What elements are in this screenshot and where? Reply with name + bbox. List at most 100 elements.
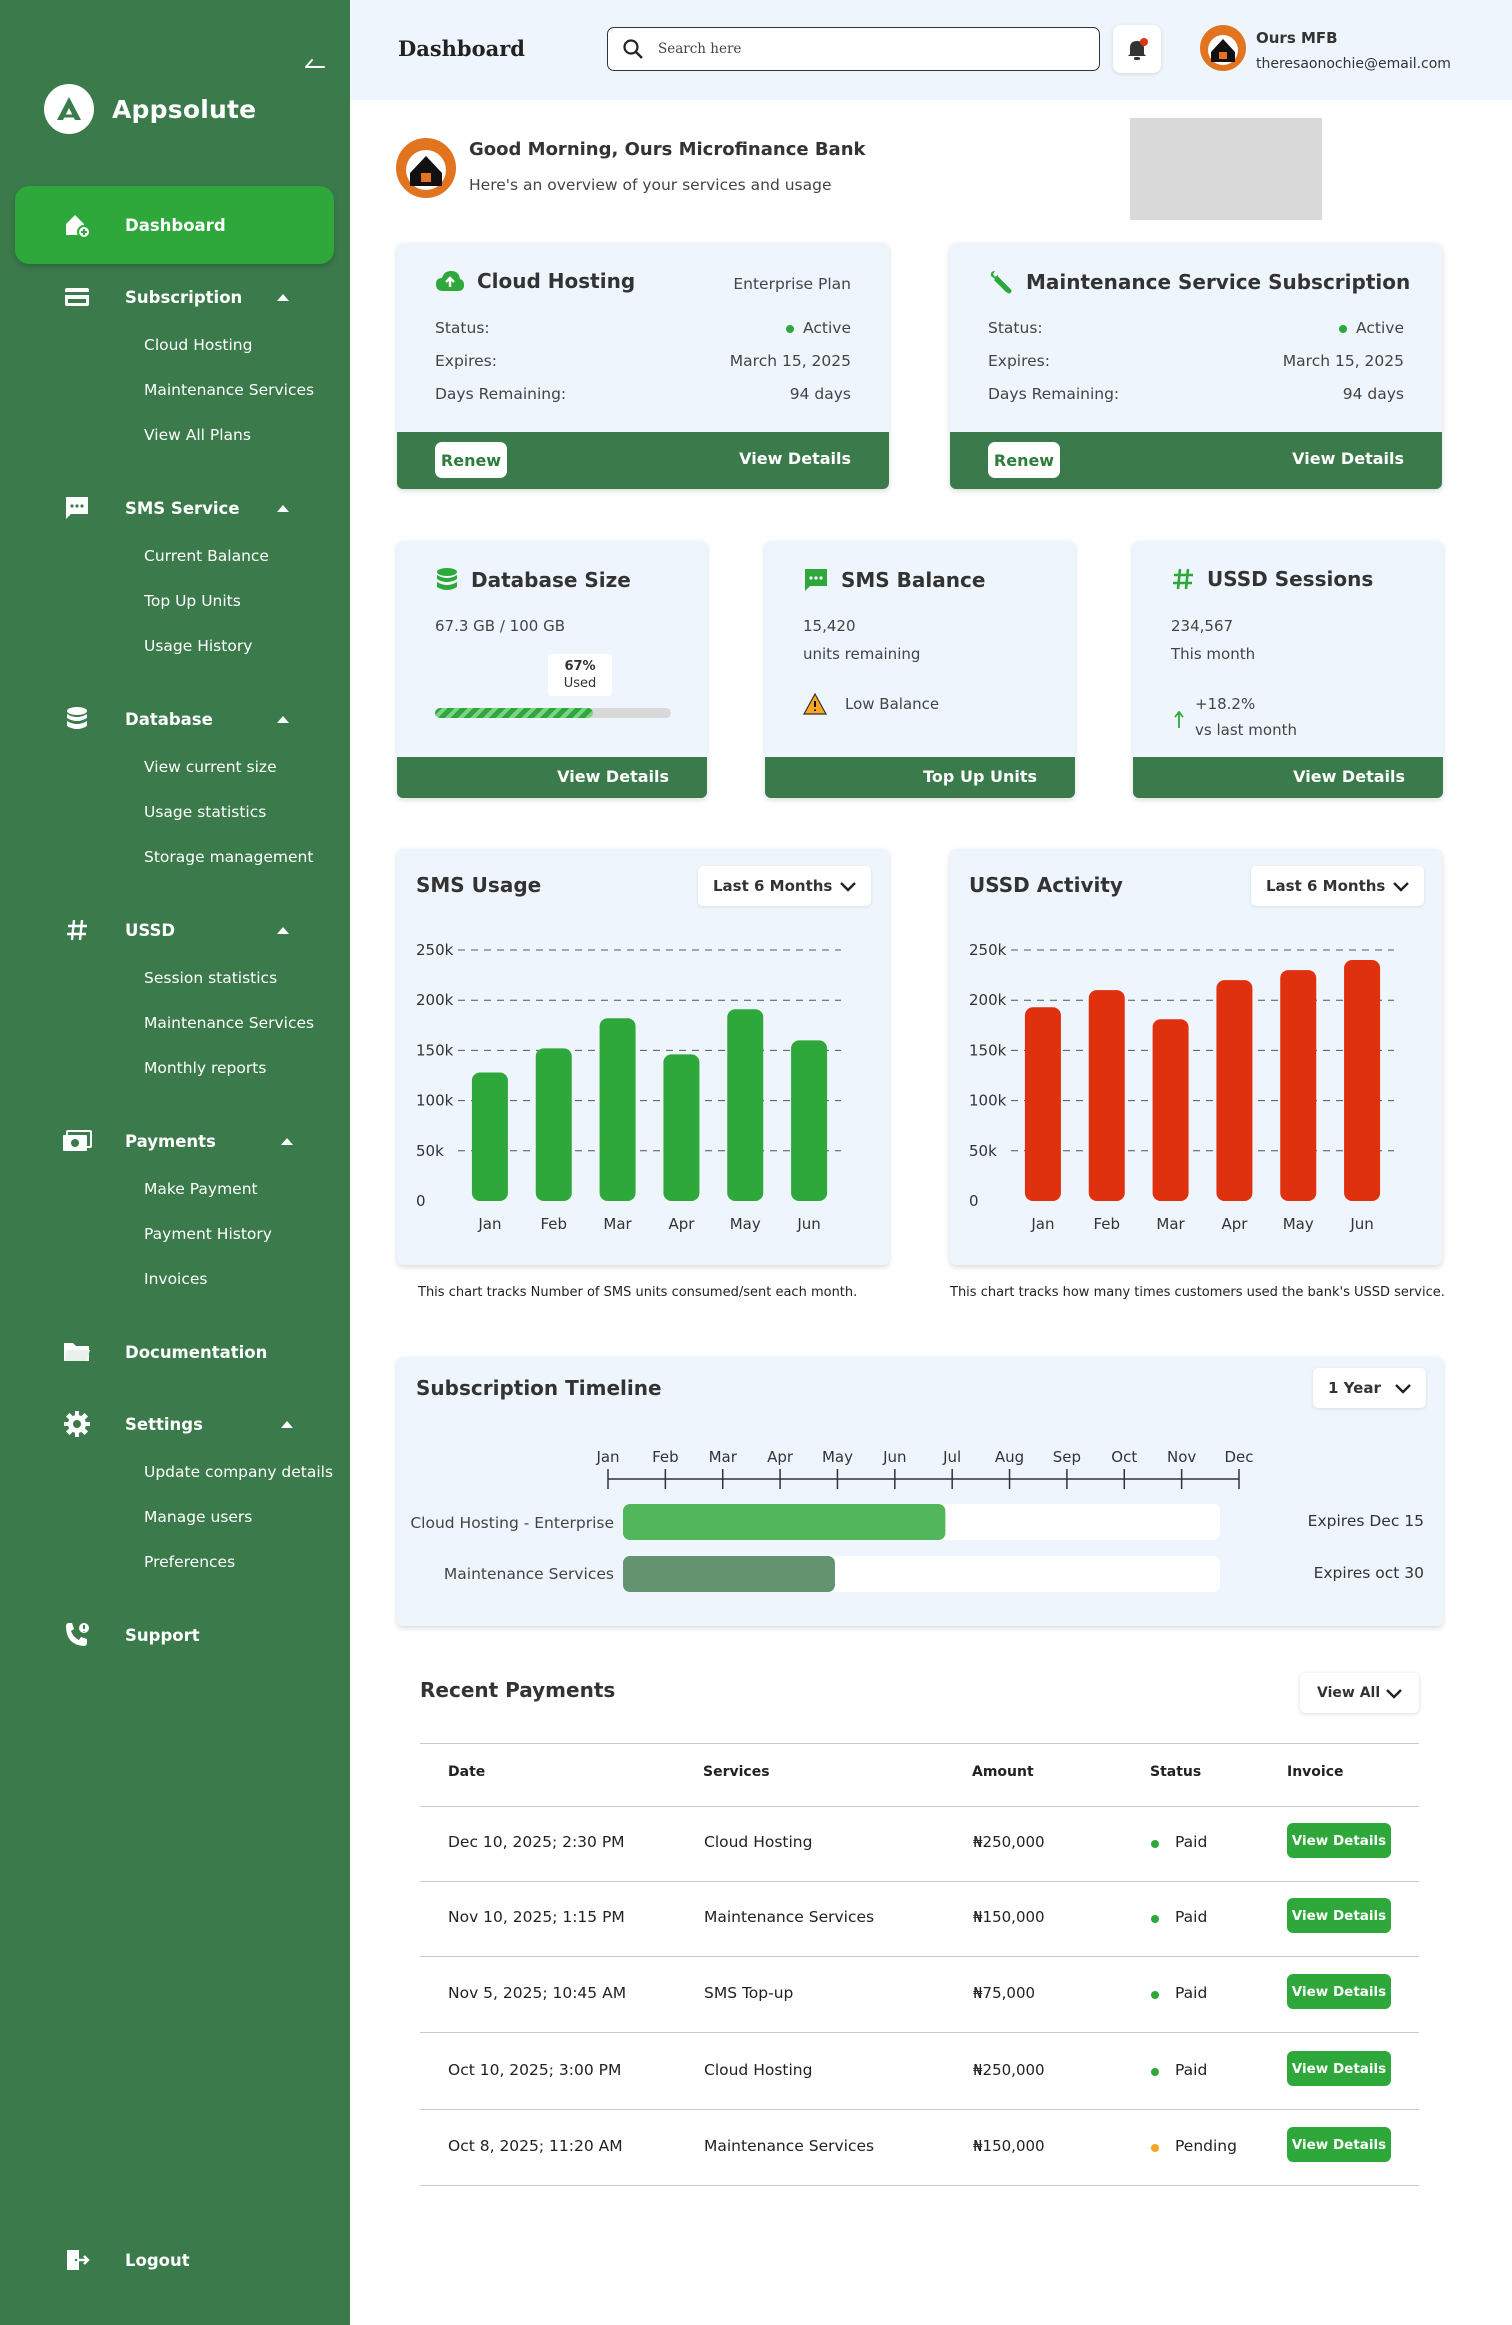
sidebar-subitem-storage-management[interactable]: Storage management [144,848,313,866]
logout-button[interactable]: Logout [15,2221,334,2299]
status-value: Active [1339,319,1404,337]
timeline-bar-label: Maintenance Services [443,1565,614,1583]
sidebar-subitem-usage-statistics[interactable]: Usage statistics [144,803,266,821]
x-tick-label: Feb [540,1215,567,1233]
subscription-timeline-card: Subscription Timeline 1 Year Jan Feb Mar Ap… [397,1357,1443,1626]
payment-amount: ₦150,000 [973,1908,1045,1926]
column-header-amount: Amount [972,1764,1034,1780]
caret-up-icon [277,926,289,934]
ussd-sessions-period: This month [1171,645,1256,663]
phone-icon [61,1619,93,1651]
sidebar-subitem-monthly-reports[interactable]: Monthly reports [144,1059,266,1077]
notifications-button[interactable] [1113,25,1161,73]
card-footer: View Details [1133,757,1443,798]
view-details-link[interactable]: View Details [1293,767,1405,786]
sidebar-item-ussd[interactable]: USSD [15,891,334,969]
timeline-month-label: Oct [1111,1448,1137,1466]
sidebar-subitem-preferences[interactable]: Preferences [144,1553,235,1571]
timeline-bar-label: Cloud Hosting - Enterprise [410,1514,614,1532]
days-label: Days Remaining: [435,385,567,403]
status-text: Active [1356,319,1404,337]
recent-payments-title: Recent Payments [420,1678,616,1702]
y-tick-label: 150k [969,1041,1007,1059]
sidebar-subitem-view-all-plans[interactable]: View All Plans [144,426,251,444]
sidebar-item-support[interactable]: Support [15,1596,334,1674]
card-icon [61,281,93,313]
database-icon [435,567,459,593]
days-value: 94 days [789,385,851,403]
view-details-link[interactable]: View Details [557,767,669,786]
sidebar-subitem-payment-history[interactable]: Payment History [144,1225,272,1243]
x-tick-label: Jun [1349,1215,1373,1233]
sidebar-subitem-cloud-hosting[interactable]: Cloud Hosting [144,336,252,354]
sidebar-subitem-current-balance[interactable]: Current Balance [144,547,269,565]
view-invoice-button[interactable]: View Details [1287,2051,1391,2086]
caret-up-icon [277,293,289,301]
banner-image-placeholder [1130,118,1322,220]
ussd-sessions-card: USSD Sessions 234,567 This month +18.2% … [1133,541,1443,798]
status-label: Status: [988,319,1043,337]
hash-icon [61,914,93,946]
sidebar-subitem-ussd-maintenance-services[interactable]: Maintenance Services [144,1014,314,1032]
ussd-chart-note: This chart tracks how many times custome… [950,1285,1445,1300]
column-header-date: Date [448,1764,486,1780]
timeline-expiry: Expires Dec 15 [1307,1512,1424,1530]
view-all-payments-button[interactable]: View All [1300,1673,1419,1713]
app-logo[interactable]: Appsolute [44,84,256,134]
sidebar-item-dashboard[interactable]: Dashboard [15,186,334,264]
greeting-title: Good Morning, Ours Microfinance Bank [469,139,866,160]
search-bar[interactable] [607,27,1100,71]
sidebar-subitem-usage-history[interactable]: Usage History [144,637,252,655]
sidebar-subitem-maintenance-services[interactable]: Maintenance Services [144,381,314,399]
renew-button[interactable]: Renew [988,442,1060,478]
payment-service: Cloud Hosting [704,2061,813,2079]
sidebar-subitem-update-company-details[interactable]: Update company details [144,1463,333,1481]
money-icon [61,1125,93,1157]
column-header-status: Status [1150,1764,1202,1780]
view-invoice-button[interactable]: View Details [1287,1823,1391,1858]
top-up-units-button[interactable]: Top Up Units [923,767,1037,786]
column-header-services: Services [703,1764,770,1780]
expires-value: March 15, 2025 [1282,352,1404,370]
card-title-text: SMS Balance [841,568,986,592]
timeline-bar [623,1556,835,1592]
payment-status: Pending [1175,2137,1237,2155]
y-tick-label: 50k [416,1142,444,1160]
user-avatar[interactable] [1200,25,1246,71]
table-divider [420,1743,1419,1744]
timeline-month-label: Dec [1224,1448,1253,1466]
collapse-sidebar-icon[interactable] [304,54,326,68]
sidebar-subitem-session-statistics[interactable]: Session statistics [144,969,277,987]
ussd-activity-chart-card: USSD Activity Last 6 Months 0 50k 100k 150k… [950,849,1442,1265]
view-details-link[interactable]: View Details [739,449,851,468]
search-input[interactable] [658,41,1098,57]
x-tick-label: Apr [1221,1215,1248,1233]
card-footer: View Details [397,757,707,798]
view-details-link[interactable]: View Details [1292,449,1404,468]
sidebar-item-documentation[interactable]: Documentation [15,1313,334,1391]
card-title: Database Size [435,567,631,593]
sidebar-item-payments[interactable]: Payments [15,1102,334,1180]
sidebar-item-subscription[interactable]: Subscription [15,258,334,336]
sidebar-subitem-invoices[interactable]: Invoices [144,1270,208,1288]
status-value: Active [786,319,851,337]
renew-button[interactable]: Renew [435,442,507,478]
bar [663,1054,700,1201]
user-name: Ours MFB [1256,29,1338,47]
sidebar-item-database[interactable]: Database [15,680,334,758]
table-divider [420,2185,1419,2186]
card-title-text: Cloud Hosting [477,269,636,293]
sidebar-item-sms-service[interactable]: SMS Service [15,469,334,547]
company-avatar [396,138,456,198]
payment-amount: ₦150,000 [973,2137,1045,2155]
view-invoice-button[interactable]: View Details [1287,1974,1391,2009]
sidebar-subitem-top-up-units[interactable]: Top Up Units [144,592,241,610]
caret-up-icon [281,1137,293,1145]
sidebar-subitem-make-payment[interactable]: Make Payment [144,1180,258,1198]
sidebar-item-settings[interactable]: Settings [15,1385,334,1463]
card-title-text: Maintenance Service Subscription [1026,270,1411,294]
sidebar-subitem-view-current-size[interactable]: View current size [144,758,277,776]
view-invoice-button[interactable]: View Details [1287,2127,1391,2162]
view-invoice-button[interactable]: View Details [1287,1898,1391,1933]
sidebar-subitem-manage-users[interactable]: Manage users [144,1508,252,1526]
